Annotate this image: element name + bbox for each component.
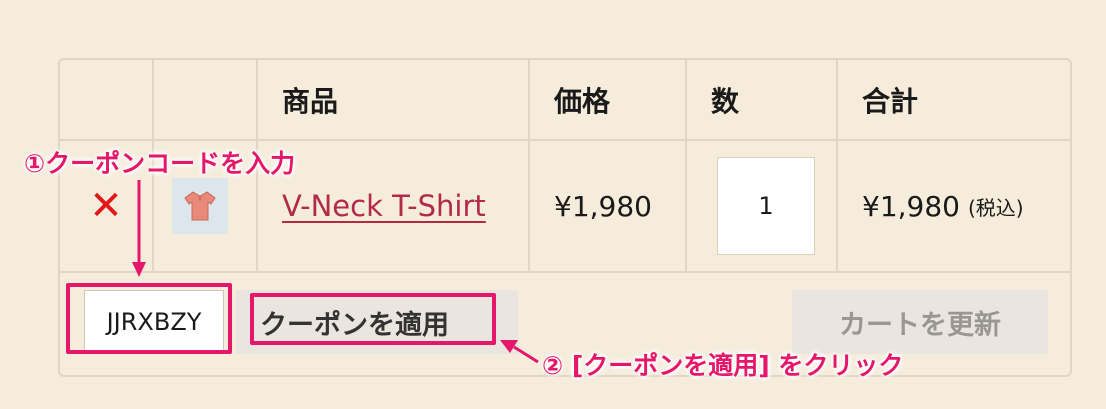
step1-annotation: ①クーポンコードを入力 <box>24 149 296 178</box>
arrow-line-step2 <box>513 345 539 364</box>
cart-screenshot: 商品 価格 数 合計 ✕ V-Neck T-Shirt ¥1,980 1 ¥1,… <box>0 0 1106 409</box>
step2-annotation: ② [クーポンを適用] をクリック <box>542 351 904 380</box>
arrow-head-step1 <box>132 262 146 277</box>
